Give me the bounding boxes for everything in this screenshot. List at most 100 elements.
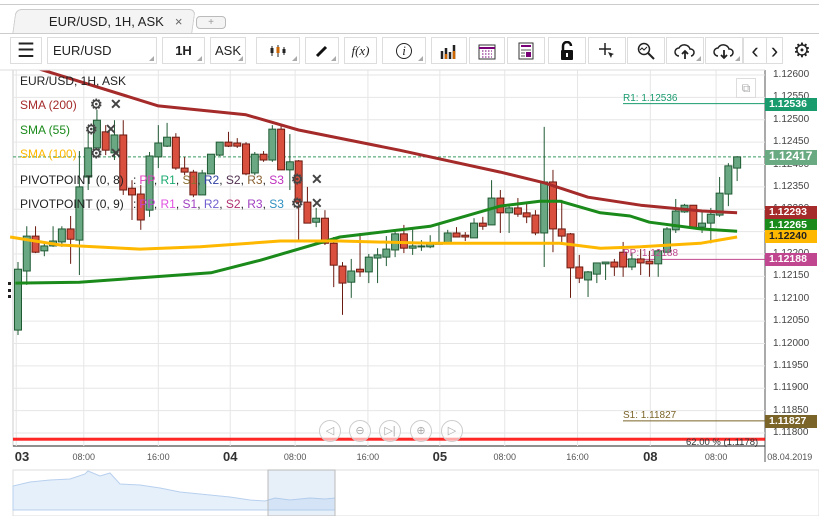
price-tick-label: 1.12050 bbox=[773, 315, 810, 327]
separator: : bbox=[133, 173, 137, 187]
price-tick-label: 1.11800 bbox=[773, 427, 809, 438]
price-tick-label: 1.12500 bbox=[773, 113, 810, 125]
candle bbox=[268, 125, 277, 162]
time-tick-label: 08:00 bbox=[283, 452, 307, 462]
candle-body-up bbox=[206, 153, 215, 175]
candle-body-down bbox=[242, 143, 251, 175]
close-icon[interactable]: ✕ bbox=[105, 121, 117, 138]
candle-body-up bbox=[163, 136, 172, 147]
close-icon[interactable]: ✕ bbox=[311, 171, 323, 188]
candle-body-up bbox=[706, 213, 715, 224]
legend-sma55: SMA (55) bbox=[20, 123, 71, 137]
candle bbox=[215, 141, 224, 156]
candle-body-up bbox=[505, 207, 514, 214]
pivot-component: S2 bbox=[225, 197, 241, 211]
price-tick-label: 1.12000 bbox=[773, 337, 810, 349]
candle-body-down bbox=[259, 153, 268, 161]
gear-icon[interactable]: ⚙ bbox=[291, 171, 304, 188]
candle bbox=[242, 142, 251, 176]
price-badge: 1.11827 bbox=[765, 414, 817, 428]
candle bbox=[14, 262, 22, 335]
price-badge: 1.12536 bbox=[765, 97, 817, 111]
time-tick-label: 05 bbox=[432, 449, 448, 464]
price-tick-label: 1.12100 bbox=[773, 292, 810, 304]
legend-sma100: SMA (100) bbox=[20, 147, 77, 161]
pivot-component: R3 bbox=[247, 173, 263, 187]
candle-body-up bbox=[373, 254, 382, 259]
candle bbox=[206, 153, 215, 175]
time-tick-label: 08.04.2019 bbox=[767, 452, 813, 462]
candle-body-down bbox=[575, 266, 584, 279]
close-icon[interactable]: ✕ bbox=[311, 195, 323, 212]
candle-body-up bbox=[364, 256, 373, 273]
candle-body-down bbox=[452, 232, 461, 238]
pivot-component: R1 bbox=[160, 197, 176, 211]
pivot-component: S3 bbox=[269, 197, 284, 211]
resize-handle[interactable] bbox=[8, 282, 12, 298]
price-tick-label: 1.12350 bbox=[773, 180, 810, 192]
legend-pivot9: PIVOTPOINT (0, 9) bbox=[20, 197, 124, 211]
candle-body-up bbox=[443, 232, 452, 244]
candle-body-down bbox=[610, 261, 619, 268]
fib-label: 62.00 % (1.1178) bbox=[686, 436, 759, 448]
legend-title: EUR/USD, 1H, ASK bbox=[20, 74, 127, 88]
chevron-right-circle-icon[interactable]: ▷ bbox=[441, 420, 463, 442]
popout-icon[interactable]: ⧉ bbox=[736, 78, 756, 98]
time-tick-label: 08:00 bbox=[493, 452, 516, 462]
candle-body-up bbox=[698, 222, 707, 228]
candle-body-up bbox=[154, 142, 163, 158]
candle-body-up bbox=[347, 270, 356, 283]
comma: , bbox=[219, 173, 226, 187]
candle-body-up bbox=[215, 141, 224, 156]
candle-body-up bbox=[627, 258, 636, 268]
candle-body-up bbox=[724, 165, 733, 195]
close-icon[interactable]: ✕ bbox=[110, 145, 122, 162]
gear-icon[interactable]: ⚙ bbox=[85, 121, 98, 138]
candle-body-down bbox=[224, 141, 233, 147]
navigator-window[interactable] bbox=[267, 469, 336, 516]
price-badge: 1.12240 bbox=[765, 230, 817, 244]
separator: : bbox=[133, 197, 137, 211]
candle-body-up bbox=[601, 261, 610, 265]
price-tick-label: 1.12450 bbox=[773, 136, 810, 148]
price-badge: 1.12417 bbox=[765, 149, 817, 165]
gear-icon[interactable]: ⚙ bbox=[90, 145, 103, 162]
comma: , bbox=[219, 197, 226, 211]
candle-body-down bbox=[180, 167, 189, 173]
candle-body-up bbox=[470, 222, 479, 239]
candle-body-down bbox=[303, 201, 312, 224]
candle bbox=[277, 125, 286, 171]
candle-body-down bbox=[277, 128, 286, 171]
candle-body-down bbox=[356, 268, 365, 273]
candle-body-down bbox=[171, 136, 180, 169]
pivot-component: R2 bbox=[203, 173, 220, 187]
time-tick-label: 03 bbox=[14, 449, 30, 464]
gear-icon[interactable]: ⚙ bbox=[291, 195, 304, 212]
zoom-in-icon[interactable]: ⊕ bbox=[410, 420, 432, 442]
pivot-r1-label: R1: 1.12536 bbox=[623, 92, 678, 104]
price-badge: 1.12188 bbox=[765, 253, 817, 267]
zoom-out-icon[interactable]: ⊖ bbox=[349, 420, 371, 442]
price-tick-label: 1.12150 bbox=[773, 270, 810, 282]
gear-icon[interactable]: ⚙ bbox=[90, 96, 103, 113]
candle-body-up bbox=[592, 262, 601, 275]
go-end-icon[interactable]: ▷| bbox=[379, 420, 401, 442]
candle-body-up bbox=[40, 245, 49, 252]
candle-body-up bbox=[250, 153, 259, 174]
price-tick-label: 1.12600 bbox=[773, 69, 810, 80]
candle-body-down bbox=[478, 222, 487, 227]
price-tick-label: 1.11900 bbox=[773, 382, 809, 394]
candle-body-up bbox=[408, 245, 417, 249]
candle-body-up bbox=[14, 268, 22, 331]
legend-sma200: SMA (200) bbox=[20, 98, 77, 112]
time-tick-label: 16:00 bbox=[147, 452, 170, 462]
chevron-left-circle-icon[interactable]: ◁ bbox=[319, 420, 341, 442]
pivot-pp-label: PP: 1.12188 bbox=[623, 248, 679, 260]
candle-body-down bbox=[566, 233, 575, 269]
candle-body-down bbox=[399, 233, 408, 249]
candle-body-down bbox=[636, 258, 645, 264]
close-icon[interactable]: ✕ bbox=[110, 96, 122, 113]
candle-body-down bbox=[329, 242, 338, 266]
pivot-component: PP bbox=[139, 197, 154, 211]
navigator[interactable] bbox=[12, 469, 819, 516]
